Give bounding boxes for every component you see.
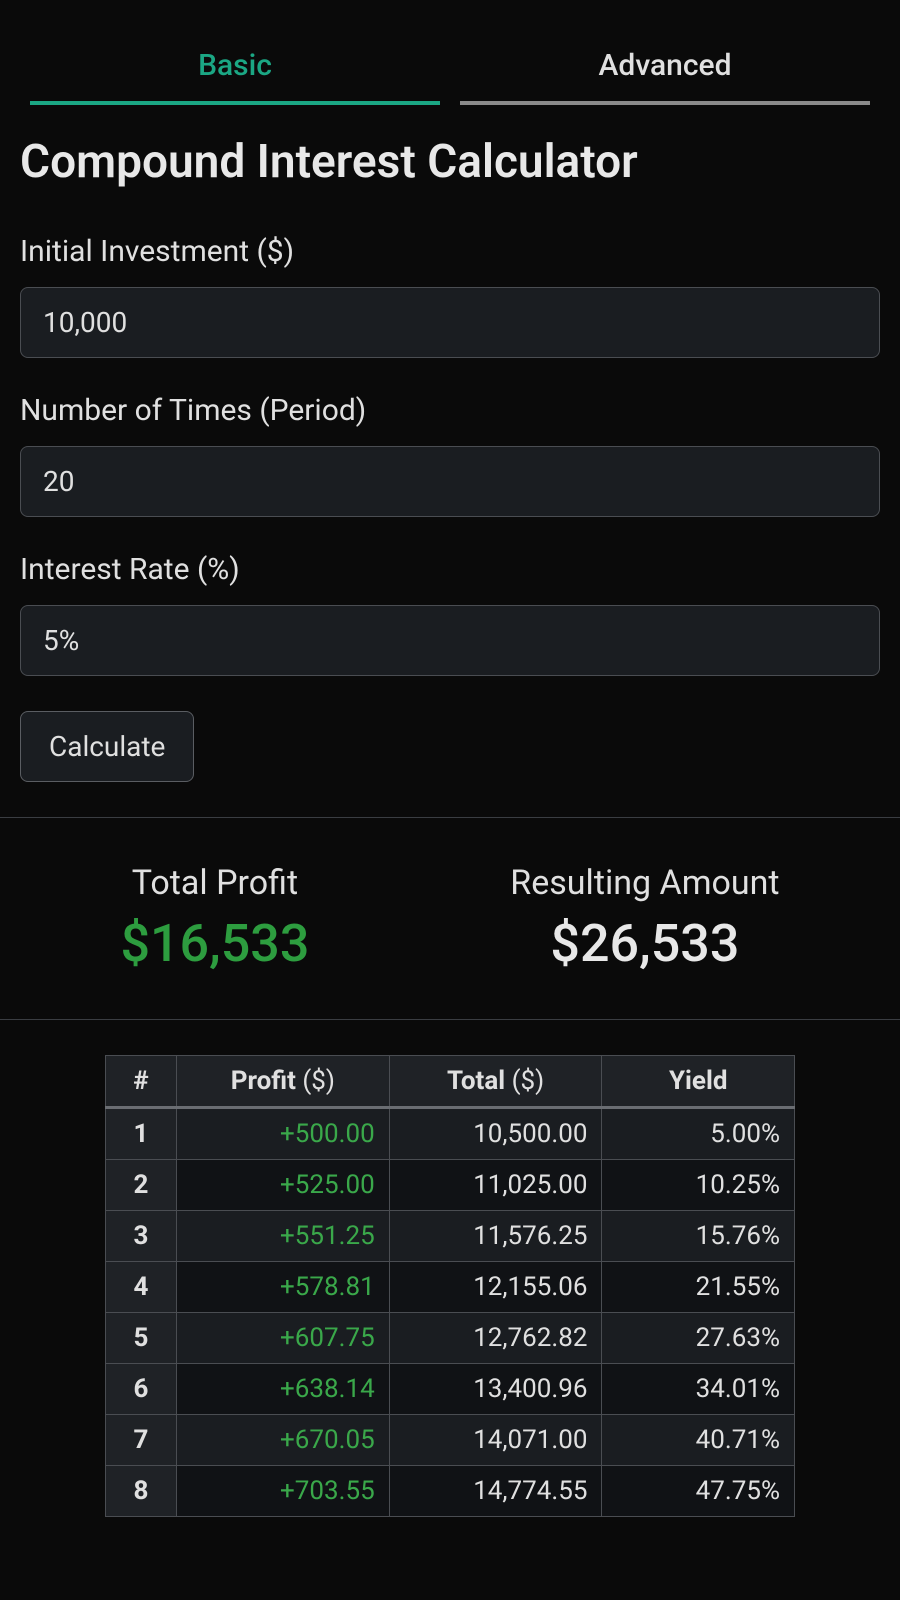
row-profit: +703.55 (176, 1466, 389, 1517)
table-wrapper: # Profit ($) Total ($) Yield 1+500.0010,… (0, 1020, 900, 1552)
results-table: # Profit ($) Total ($) Yield 1+500.0010,… (105, 1055, 795, 1517)
table-header-row: # Profit ($) Total ($) Yield (106, 1056, 795, 1108)
table-row: 6+638.1413,400.9634.01% (106, 1364, 795, 1415)
row-total: 14,774.55 (389, 1466, 602, 1517)
summary-result-value: $26,533 (510, 913, 779, 974)
periods-input[interactable] (20, 446, 880, 517)
table-row: 8+703.5514,774.5547.75% (106, 1466, 795, 1517)
row-index: 1 (106, 1108, 177, 1160)
row-index: 6 (106, 1364, 177, 1415)
row-profit: +525.00 (176, 1160, 389, 1211)
table-row: 1+500.0010,500.005.00% (106, 1108, 795, 1160)
row-profit: +670.05 (176, 1415, 389, 1466)
row-yield: 40.71% (602, 1415, 795, 1466)
row-profit: +500.00 (176, 1108, 389, 1160)
field-group-initial: Initial Investment ($) (20, 234, 880, 358)
row-yield: 5.00% (602, 1108, 795, 1160)
row-index: 7 (106, 1415, 177, 1466)
row-index: 8 (106, 1466, 177, 1517)
row-profit: +638.14 (176, 1364, 389, 1415)
row-index: 2 (106, 1160, 177, 1211)
th-yield: Yield (602, 1056, 795, 1108)
row-profit: +607.75 (176, 1313, 389, 1364)
summary-profit: Total Profit $16,533 (120, 863, 309, 974)
summary-profit-label: Total Profit (120, 863, 309, 903)
rate-input[interactable] (20, 605, 880, 676)
content-area: Compound Interest Calculator Initial Inv… (0, 105, 900, 782)
row-index: 4 (106, 1262, 177, 1313)
summary-section: Total Profit $16,533 Resulting Amount $2… (0, 818, 900, 1020)
row-yield: 15.76% (602, 1211, 795, 1262)
th-total: Total ($) (389, 1056, 602, 1108)
summary-result-label: Resulting Amount (510, 863, 779, 903)
summary-result: Resulting Amount $26,533 (510, 863, 779, 974)
row-total: 14,071.00 (389, 1415, 602, 1466)
initial-investment-input[interactable] (20, 287, 880, 358)
row-total: 12,762.82 (389, 1313, 602, 1364)
row-total: 10,500.00 (389, 1108, 602, 1160)
table-row: 2+525.0011,025.0010.25% (106, 1160, 795, 1211)
row-total: 12,155.06 (389, 1262, 602, 1313)
row-yield: 47.75% (602, 1466, 795, 1517)
tabs-bar: Basic Advanced (0, 0, 900, 105)
row-profit: +551.25 (176, 1211, 389, 1262)
row-total: 11,576.25 (389, 1211, 602, 1262)
row-yield: 10.25% (602, 1160, 795, 1211)
rate-label: Interest Rate (%) (20, 552, 880, 587)
initial-investment-label: Initial Investment ($) (20, 234, 880, 269)
row-total: 13,400.96 (389, 1364, 602, 1415)
table-row: 7+670.0514,071.0040.71% (106, 1415, 795, 1466)
field-group-rate: Interest Rate (%) (20, 552, 880, 676)
row-yield: 34.01% (602, 1364, 795, 1415)
row-index: 3 (106, 1211, 177, 1262)
row-total: 11,025.00 (389, 1160, 602, 1211)
table-row: 3+551.2511,576.2515.76% (106, 1211, 795, 1262)
field-group-periods: Number of Times (Period) (20, 393, 880, 517)
th-idx: # (106, 1056, 177, 1108)
row-yield: 21.55% (602, 1262, 795, 1313)
tab-advanced[interactable]: Advanced (460, 30, 870, 105)
table-row: 5+607.7512,762.8227.63% (106, 1313, 795, 1364)
periods-label: Number of Times (Period) (20, 393, 880, 428)
calculate-button[interactable]: Calculate (20, 711, 194, 782)
row-yield: 27.63% (602, 1313, 795, 1364)
row-index: 5 (106, 1313, 177, 1364)
summary-profit-value: $16,533 (120, 913, 309, 974)
tab-basic[interactable]: Basic (30, 30, 440, 105)
table-row: 4+578.8112,155.0621.55% (106, 1262, 795, 1313)
row-profit: +578.81 (176, 1262, 389, 1313)
th-profit: Profit ($) (176, 1056, 389, 1108)
page-title: Compound Interest Calculator (20, 135, 880, 189)
